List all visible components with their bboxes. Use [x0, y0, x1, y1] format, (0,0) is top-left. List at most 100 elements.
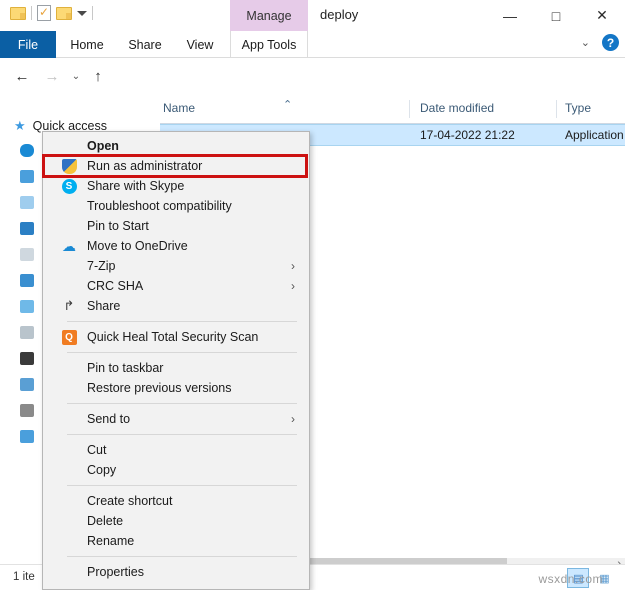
skype-icon: S — [61, 178, 77, 194]
menu-item-label: Properties — [87, 565, 144, 579]
menu-item-troubleshoot-compatibility[interactable]: Troubleshoot compatibility — [43, 196, 309, 216]
folder-icon[interactable] — [20, 222, 34, 235]
menu-item-restore-previous-versions[interactable]: Restore previous versions — [43, 378, 309, 398]
menu-item-rename[interactable]: Rename — [43, 531, 309, 551]
window-title: deploy — [320, 7, 359, 22]
menu-item-label: Pin to taskbar — [87, 361, 164, 375]
folder-icon[interactable] — [10, 6, 26, 20]
column-header-type[interactable]: Type — [565, 101, 591, 115]
dropdown-caret-icon[interactable] — [77, 10, 87, 16]
star-icon: ★ — [14, 118, 26, 133]
quick-access-toolbar — [10, 5, 93, 21]
tab-view[interactable]: View — [172, 31, 228, 58]
onedrive-cloud-icon: ☁ — [62, 238, 76, 254]
local-disk-icon[interactable] — [20, 378, 34, 391]
submenu-arrow-icon: › — [291, 279, 295, 293]
back-arrow-icon[interactable]: ← — [12, 66, 32, 86]
tab-home[interactable]: Home — [56, 31, 118, 58]
menu-item-open[interactable]: Open — [43, 136, 309, 156]
onedrive-cloud-icon[interactable] — [20, 144, 34, 157]
recent-locations-icon[interactable]: ⌄ — [66, 66, 86, 86]
menu-item-label: Send to — [87, 412, 131, 426]
menu-item-label: Move to OneDrive — [87, 239, 188, 253]
cell-type: Application — [565, 128, 624, 142]
file-explorer-window: Manage deploy — □ ✕ File Home Share View… — [0, 0, 625, 590]
maximize-button[interactable]: □ — [533, 0, 579, 31]
menu-item-pin-to-taskbar[interactable]: Pin to taskbar — [43, 358, 309, 378]
menu-item-send-to[interactable]: Send to › — [43, 409, 309, 429]
cell-date-modified: 17-04-2022 21:22 — [420, 128, 515, 142]
submenu-arrow-icon: › — [291, 412, 295, 426]
folder-icon[interactable] — [56, 6, 72, 20]
menu-item-label: Run as administrator — [87, 159, 203, 173]
menu-item-label: Rename — [87, 534, 135, 548]
menu-item-label: Restore previous versions — [87, 381, 232, 395]
ribbon-tab-bar: File Home Share View App Tools ⌄ ? — [0, 31, 625, 58]
tab-share[interactable]: Share — [118, 31, 172, 58]
menu-separator — [67, 434, 297, 435]
submenu-arrow-icon: › — [291, 259, 295, 273]
menu-item-label: Quick Heal Total Security Scan — [87, 330, 259, 344]
menu-item-create-shortcut[interactable]: Create shortcut — [43, 491, 309, 511]
title-bar: Manage deploy — □ ✕ — [0, 0, 625, 31]
downloads-icon[interactable] — [20, 274, 34, 287]
tab-app-tools[interactable]: App Tools — [230, 31, 308, 58]
menu-item-label: Open — [87, 139, 119, 153]
menu-item-label: Troubleshoot compatibility — [87, 199, 232, 213]
quick-heal-icon: Q — [61, 329, 77, 345]
minimize-button[interactable]: — — [487, 0, 533, 31]
menu-separator — [67, 321, 297, 322]
drive-icon[interactable] — [20, 404, 34, 417]
contextual-tab-manage[interactable]: Manage — [230, 0, 308, 31]
tab-file[interactable]: File — [0, 31, 56, 58]
column-header-date-modified[interactable]: Date modified — [420, 101, 494, 115]
share-icon: ↱ — [63, 298, 75, 313]
context-menu: Open Run as administrator S Share with Skyp… — [42, 131, 310, 590]
menu-item-pin-to-start[interactable]: Pin to Start — [43, 216, 309, 236]
menu-separator — [67, 485, 297, 486]
menu-item-run-as-administrator[interactable]: Run as administrator — [43, 156, 309, 176]
menu-item-properties[interactable]: Properties — [43, 562, 309, 582]
this-pc-icon[interactable] — [20, 170, 34, 183]
column-divider[interactable] — [409, 100, 410, 118]
chevron-down-icon[interactable]: ⌄ — [581, 36, 590, 49]
menu-item-7-zip[interactable]: 7-Zip › — [43, 256, 309, 276]
videos-icon[interactable] — [20, 352, 34, 365]
menu-item-label: 7-Zip — [87, 259, 116, 273]
menu-item-copy[interactable]: Copy — [43, 460, 309, 480]
help-icon[interactable]: ? — [602, 34, 619, 51]
document-check-icon[interactable] — [37, 5, 51, 21]
menu-separator — [67, 403, 297, 404]
menu-item-label: Share — [87, 299, 121, 313]
column-divider[interactable] — [556, 100, 557, 118]
up-arrow-icon[interactable]: ↑ — [88, 66, 108, 86]
toolbar-divider — [31, 6, 32, 20]
toolbar-divider — [92, 6, 93, 20]
documents-icon[interactable] — [20, 248, 34, 261]
menu-item-crc-sha[interactable]: CRC SHA › — [43, 276, 309, 296]
shield-icon — [61, 158, 77, 174]
menu-item-label: Pin to Start — [87, 219, 149, 233]
pictures-icon[interactable] — [20, 326, 34, 339]
status-item-count: 1 ite — [13, 571, 35, 583]
menu-item-delete[interactable]: Delete — [43, 511, 309, 531]
menu-item-share[interactable]: ↱ Share — [43, 296, 309, 316]
menu-item-move-to-onedrive[interactable]: ☁ Move to OneDrive — [43, 236, 309, 256]
column-header-name[interactable]: Name — [163, 101, 195, 115]
menu-item-label: Delete — [87, 514, 124, 528]
music-icon[interactable] — [20, 300, 34, 313]
network-icon[interactable] — [20, 430, 34, 443]
menu-item-cut[interactable]: Cut — [43, 440, 309, 460]
navigation-bar: ← → ⌄ ↑ « releases › deploy ⌄ ↻ ⚲ Search… — [0, 58, 625, 148]
window-controls: — □ ✕ — [487, 0, 625, 31]
menu-item-quick-heal-total-security-scan[interactable]: Q Quick Heal Total Security Scan — [43, 327, 309, 347]
menu-item-label: Cut — [87, 443, 107, 457]
sort-ascending-icon: ⌃ — [283, 99, 293, 111]
menu-item-share-with-skype[interactable]: S Share with Skype — [43, 176, 309, 196]
forward-arrow-icon[interactable]: → — [42, 66, 62, 86]
folder-icon[interactable] — [20, 196, 34, 209]
ribbon-right-controls: ⌄ ? — [581, 34, 619, 51]
close-button[interactable]: ✕ — [579, 0, 625, 31]
context-menu-items: Open Run as administrator S Share with Skyp… — [43, 136, 309, 582]
menu-separator — [67, 556, 297, 557]
